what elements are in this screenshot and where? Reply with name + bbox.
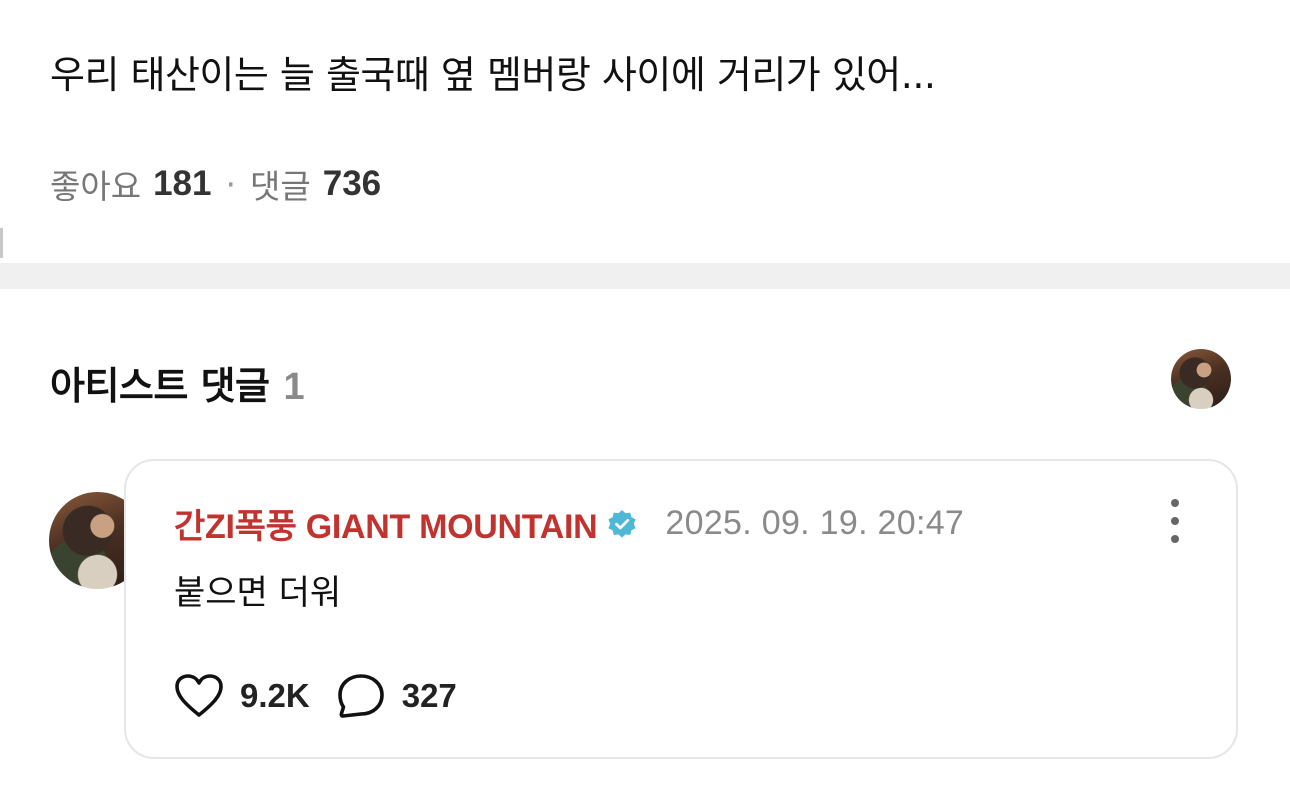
artist-comments-count: 1: [283, 366, 305, 408]
comment-card[interactable]: 간ZI폭풍 GIANT MOUNTAIN 2025. 09. 19. 20:47…: [124, 459, 1238, 759]
comment-author-name[interactable]: 간ZI폭풍 GIANT MOUNTAIN: [174, 499, 598, 548]
comment-timestamp: 2025. 09. 19. 20:47: [665, 504, 965, 542]
post-page: 우리 태산이는 늘 출국때 옆 멤버랑 사이에 거리가 있어... 좋아요 18…: [0, 0, 1290, 802]
reply-button[interactable]: 327: [336, 673, 457, 719]
post-title: 우리 태산이는 늘 출국때 옆 멤버랑 사이에 거리가 있어...: [50, 53, 936, 97]
artist-avatar-small[interactable]: [1171, 349, 1231, 409]
section-divider: [0, 263, 1290, 289]
verified-badge-icon: [607, 509, 637, 539]
reply-count: 327: [401, 677, 457, 714]
post-stats: 좋아요 181 · 댓글 736: [50, 160, 381, 208]
comments-label[interactable]: 댓글: [250, 160, 311, 208]
likes-count: 181: [153, 164, 212, 203]
artist-comments-title: 아티스트 댓글 1: [50, 355, 305, 410]
vertical-ellipsis-icon[interactable]: [1160, 499, 1190, 543]
post-header: 우리 태산이는 늘 출국때 옆 멤버랑 사이에 거리가 있어... 좋아요 18…: [0, 0, 1290, 262]
likes-label: 좋아요: [50, 167, 142, 206]
like-button[interactable]: 9.2K: [174, 673, 310, 719]
edge-mark: [0, 228, 3, 258]
comment-header: 간ZI폭풍 GIANT MOUNTAIN 2025. 09. 19. 20:47: [174, 499, 964, 548]
speech-bubble-icon: [337, 674, 384, 718]
comments-count[interactable]: 736: [323, 164, 381, 204]
comment-text: 붙으면 더워: [174, 573, 342, 613]
artist-comments-section: 아티스트 댓글 1 간ZI폭풍 GIANT MOUNTAIN 2025. 09. …: [0, 289, 1290, 802]
like-count: 9.2K: [240, 677, 310, 714]
stats-separator: ·: [225, 164, 237, 204]
heart-outline-icon: [175, 674, 223, 717]
comment-actions: 9.2K 327: [174, 673, 457, 719]
artist-comments-label: 아티스트 댓글: [50, 364, 270, 408]
